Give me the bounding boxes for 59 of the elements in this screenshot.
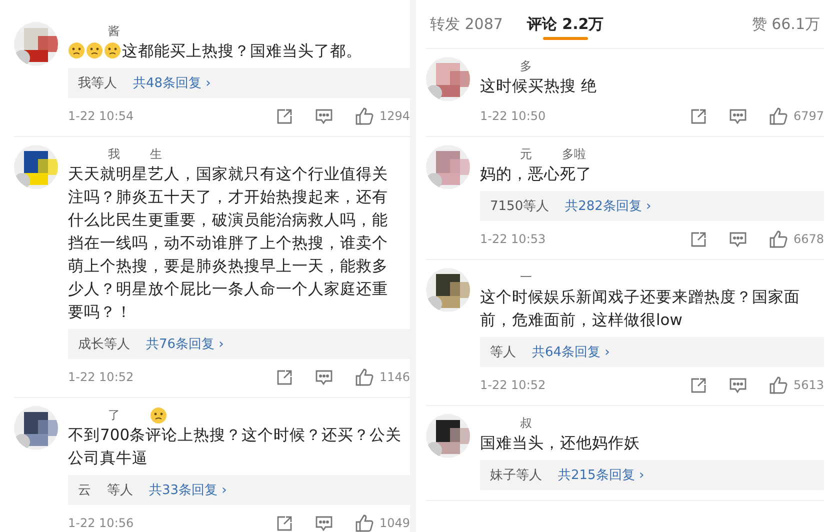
share-icon[interactable] <box>690 230 708 248</box>
comment-icon[interactable] <box>315 108 334 124</box>
emoji-icon <box>86 42 103 59</box>
like-count: 1294 <box>379 109 410 123</box>
tab[interactable]: 转发 2087 <box>430 0 503 48</box>
comment-time: 1-22 10:52 <box>480 378 546 392</box>
reply-summary[interactable]: 成长等人 共76条回复 › <box>68 329 410 359</box>
emoji-icon <box>68 42 85 59</box>
comment-text: 天天就明星艺人，国家就只有这个行业值得关注吗？肺炎五十天了，才开始热搜起来，还有什么比民生更重要，破演员能治病救人吗，能挡在一线吗，动不动谁胖了上个热搜，谁卖个萌上个热搜，要是肺炎热搜早上一天，能救多少人？明星放个屁比一条人命一个人家庭还重要吗？！ <box>68 164 389 323</box>
like-count: 1049 <box>379 516 410 530</box>
user-name[interactable]: 了 <box>108 406 120 424</box>
comment-text: 这时候买热搜 绝 <box>480 76 598 97</box>
reply-summary[interactable]: 云 等人 共33条回复 › <box>68 475 410 505</box>
user-name[interactable]: 生 <box>150 146 162 162</box>
comment-time: 1-22 10:54 <box>68 109 134 123</box>
comment-text: 这个时候娱乐新闻戏子还要来蹭热度？国家面前，危难面前，这样做很low <box>480 287 801 331</box>
reply-summary[interactable]: 妹子等人 共215条回复 › <box>480 460 824 490</box>
thumbs-up-icon[interactable] <box>355 107 374 125</box>
reply-summary[interactable]: 我等人 共48条回复 › <box>68 68 410 98</box>
comment-icon[interactable] <box>729 376 748 394</box>
comment-text: 这都能买上热搜？国难当头了都。 <box>68 40 402 63</box>
like-count: 6678 <box>793 232 824 246</box>
comment-time: 1-22 10:50 <box>480 109 546 123</box>
share-icon[interactable] <box>276 368 294 386</box>
share-icon[interactable] <box>690 108 708 124</box>
user-name[interactable]: 我 <box>108 146 120 162</box>
thumbs-up-icon[interactable] <box>769 107 788 125</box>
tab[interactable]: 评论 2.2万 <box>526 0 604 48</box>
thumbs-up-icon[interactable] <box>355 368 374 386</box>
comment-icon[interactable] <box>729 230 748 248</box>
comment-icon[interactable] <box>729 108 748 124</box>
comment-time: 1-22 10:52 <box>68 370 134 384</box>
likes-total[interactable]: 赞 66.1万 <box>752 14 820 34</box>
thumbs-up-icon[interactable] <box>769 230 788 248</box>
user-name[interactable]: 酱 <box>108 22 120 40</box>
reply-summary[interactable]: 7150等人 共282条回复 › <box>480 191 824 221</box>
share-icon[interactable] <box>690 376 708 394</box>
comment-text: 妈的，恶心死了 <box>480 164 593 185</box>
like-count: 6797 <box>793 109 824 123</box>
comment-text: 不到700条评论上热搜？这个时候？还买？公关公司真牛逼 <box>68 425 402 469</box>
thumbs-up-icon[interactable] <box>355 514 374 532</box>
reply-summary[interactable]: 等人 共64条回复 › <box>480 337 824 367</box>
like-count: 5613 <box>793 378 824 392</box>
emoji-icon <box>104 42 121 59</box>
thumbs-up-icon[interactable] <box>769 376 788 394</box>
user-name[interactable]: 叔 <box>520 414 532 432</box>
emoji-icon <box>150 406 167 424</box>
user-name[interactable]: 元 <box>520 146 532 162</box>
user-name[interactable]: 多啦 <box>562 146 586 162</box>
comment-text: 国难当头，还他妈作妖 <box>480 433 641 454</box>
comment-time: 1-22 10:53 <box>480 232 546 246</box>
like-count: 1146 <box>379 370 410 384</box>
comment-icon[interactable] <box>315 514 334 532</box>
comment-time: 1-22 10:56 <box>68 516 134 530</box>
share-icon[interactable] <box>276 108 294 124</box>
user-name[interactable]: 一 <box>520 268 532 286</box>
user-name[interactable]: 多 <box>520 58 532 74</box>
comment-icon[interactable] <box>315 368 334 386</box>
share-icon[interactable] <box>276 514 294 532</box>
